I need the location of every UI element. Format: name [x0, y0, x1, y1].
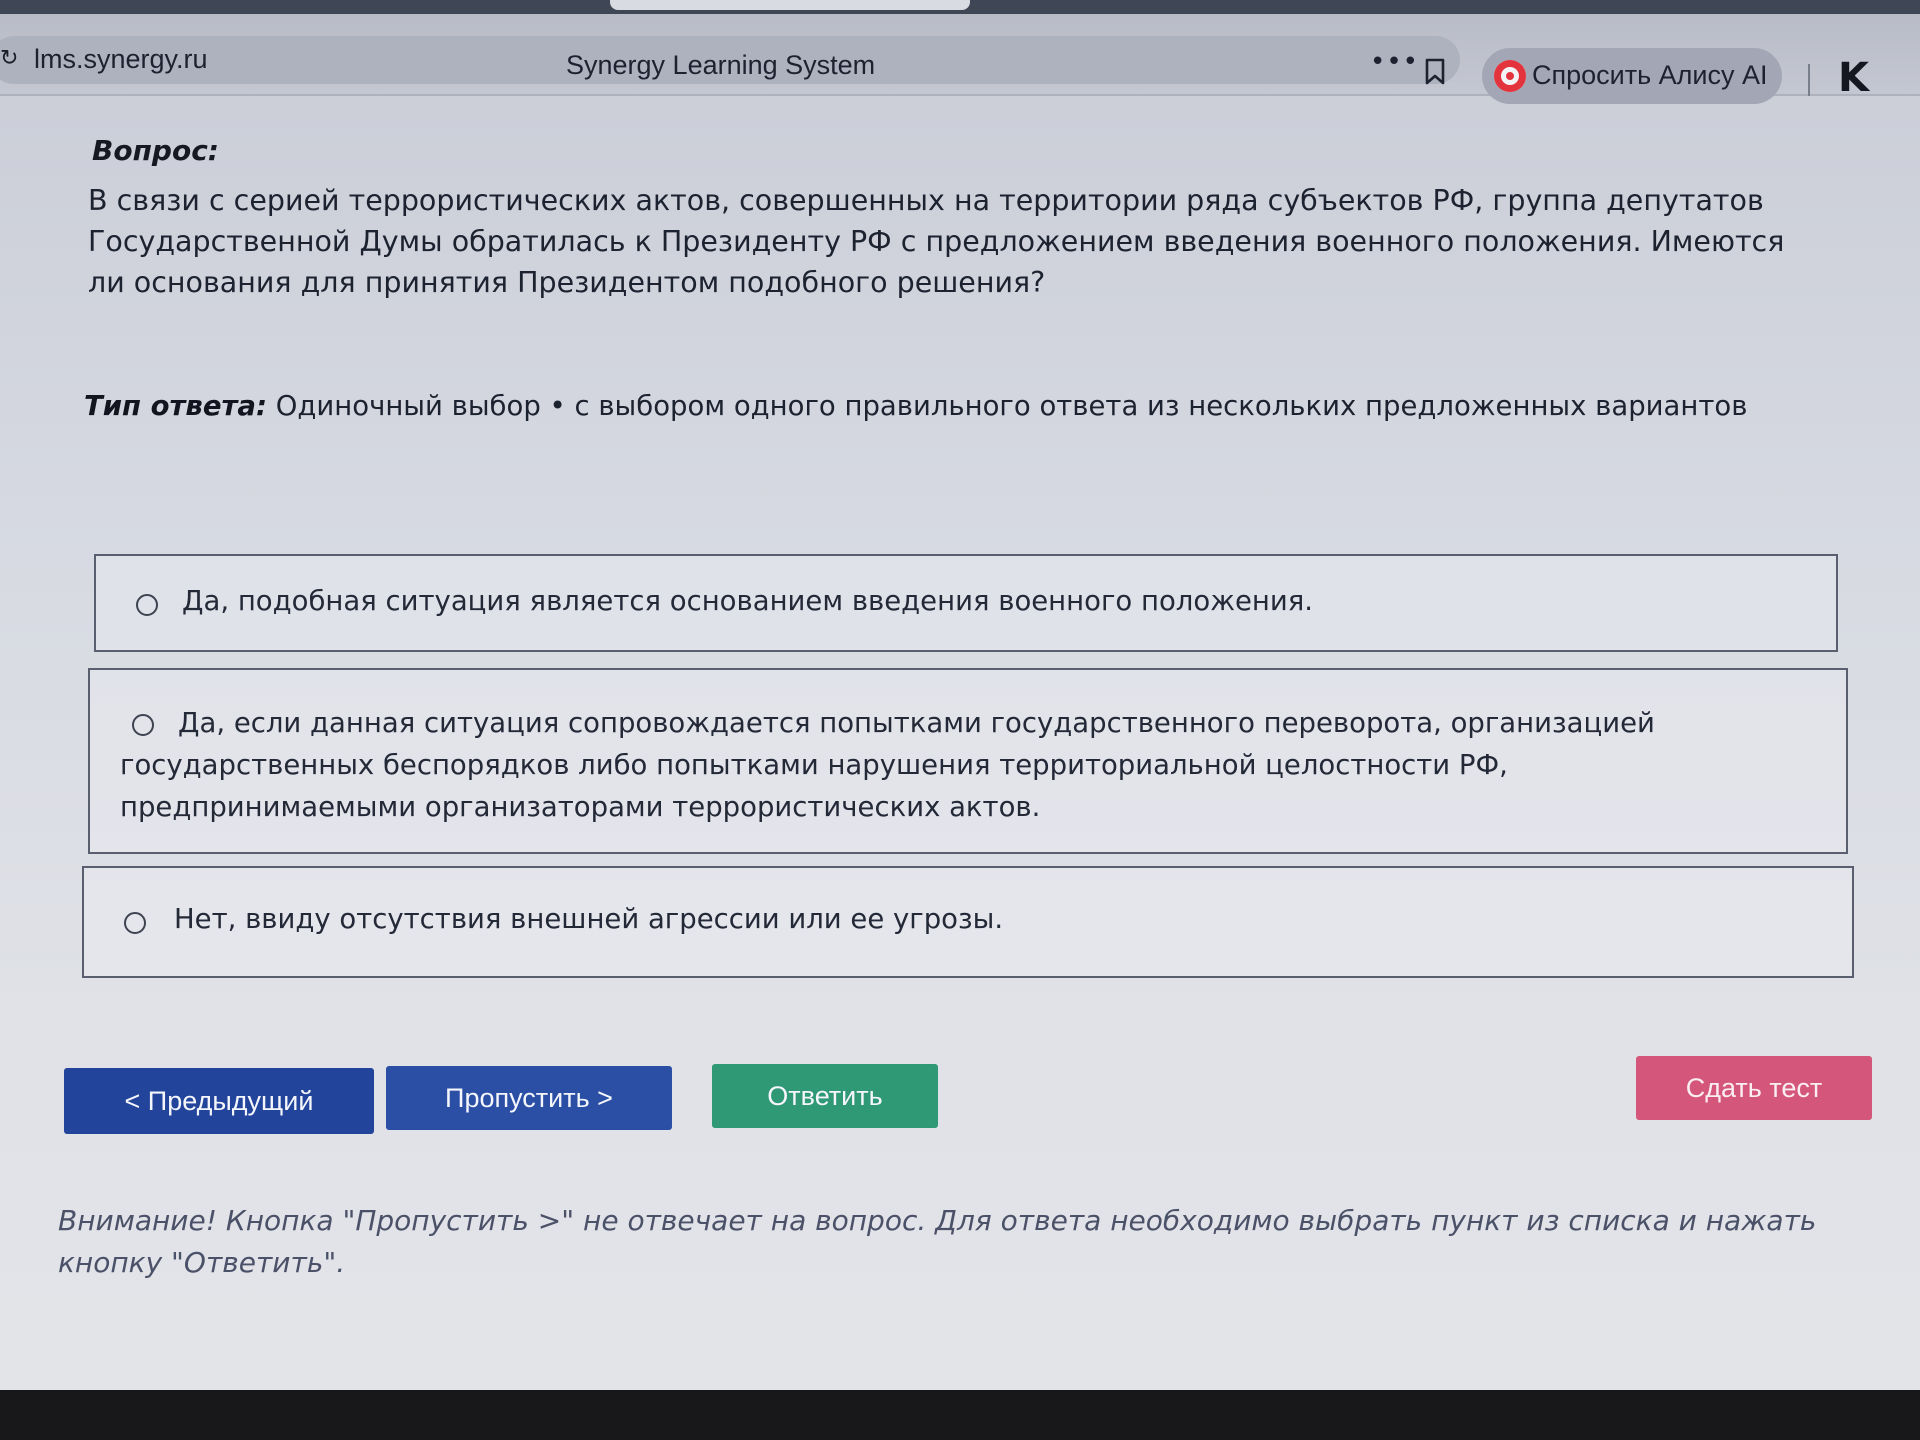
- more-dots-icon[interactable]: •••: [1370, 49, 1419, 75]
- question-label: Вопрос:: [92, 134, 219, 167]
- page-title: Synergy Learning System: [566, 50, 876, 80]
- toolbar-divider: [1808, 64, 1810, 96]
- answer-type-label: Тип ответа:: [84, 390, 267, 422]
- reload-icon[interactable]: ↻: [0, 46, 18, 72]
- bookmark-icon[interactable]: [1424, 58, 1446, 86]
- screen-bezel: [0, 1390, 1920, 1440]
- browser-window: ↻ lms.synergy.ru Synergy Learning System…: [0, 0, 1920, 1390]
- answer-option-text: Да, если данная ситуация сопровождается …: [120, 707, 1655, 823]
- answer-option-1[interactable]: Да, подобная ситуация является основание…: [94, 554, 1838, 652]
- skip-button[interactable]: Пропустить >: [386, 1066, 672, 1130]
- url-text[interactable]: lms.synergy.ru: [34, 44, 208, 75]
- answer-option-2[interactable]: Да, если данная ситуация сопровождается …: [88, 668, 1848, 854]
- answer-option-text: Да, подобная ситуация является основание…: [182, 585, 1314, 617]
- submit-test-button[interactable]: Сдать тест: [1636, 1056, 1872, 1120]
- warning-note: Внимание! Кнопка "Пропустить >" не отвеч…: [58, 1204, 1817, 1279]
- ask-alice-label: Спросить Алису AI: [1532, 60, 1768, 90]
- address-bar: ↻ lms.synergy.ru Synergy Learning System…: [0, 14, 1920, 104]
- test-content: Вопрос: В связи с серией террористически…: [0, 96, 1920, 1390]
- question-text: В связи с серией террористических актов,…: [88, 184, 1785, 299]
- answer-type-value: Одиночный выбор • с выбором одного прави…: [275, 390, 1748, 422]
- answer-type: Тип ответа: Одиночный выбор • с выбором …: [84, 390, 1844, 422]
- radio-button[interactable]: [136, 594, 158, 616]
- previous-button[interactable]: < Предыдущий: [64, 1068, 374, 1134]
- radio-button[interactable]: [124, 912, 146, 934]
- tab-strip: [0, 0, 1920, 14]
- answer-option-3[interactable]: Нет, ввиду отсутствия внешней агрессии и…: [82, 866, 1854, 978]
- k-logo-icon[interactable]: K: [1838, 58, 1869, 98]
- active-tab[interactable]: [610, 0, 970, 10]
- alice-icon: [1494, 60, 1526, 92]
- answer-option-text: Нет, ввиду отсутствия внешней агрессии и…: [174, 903, 1004, 935]
- answer-button[interactable]: Ответить: [712, 1064, 938, 1128]
